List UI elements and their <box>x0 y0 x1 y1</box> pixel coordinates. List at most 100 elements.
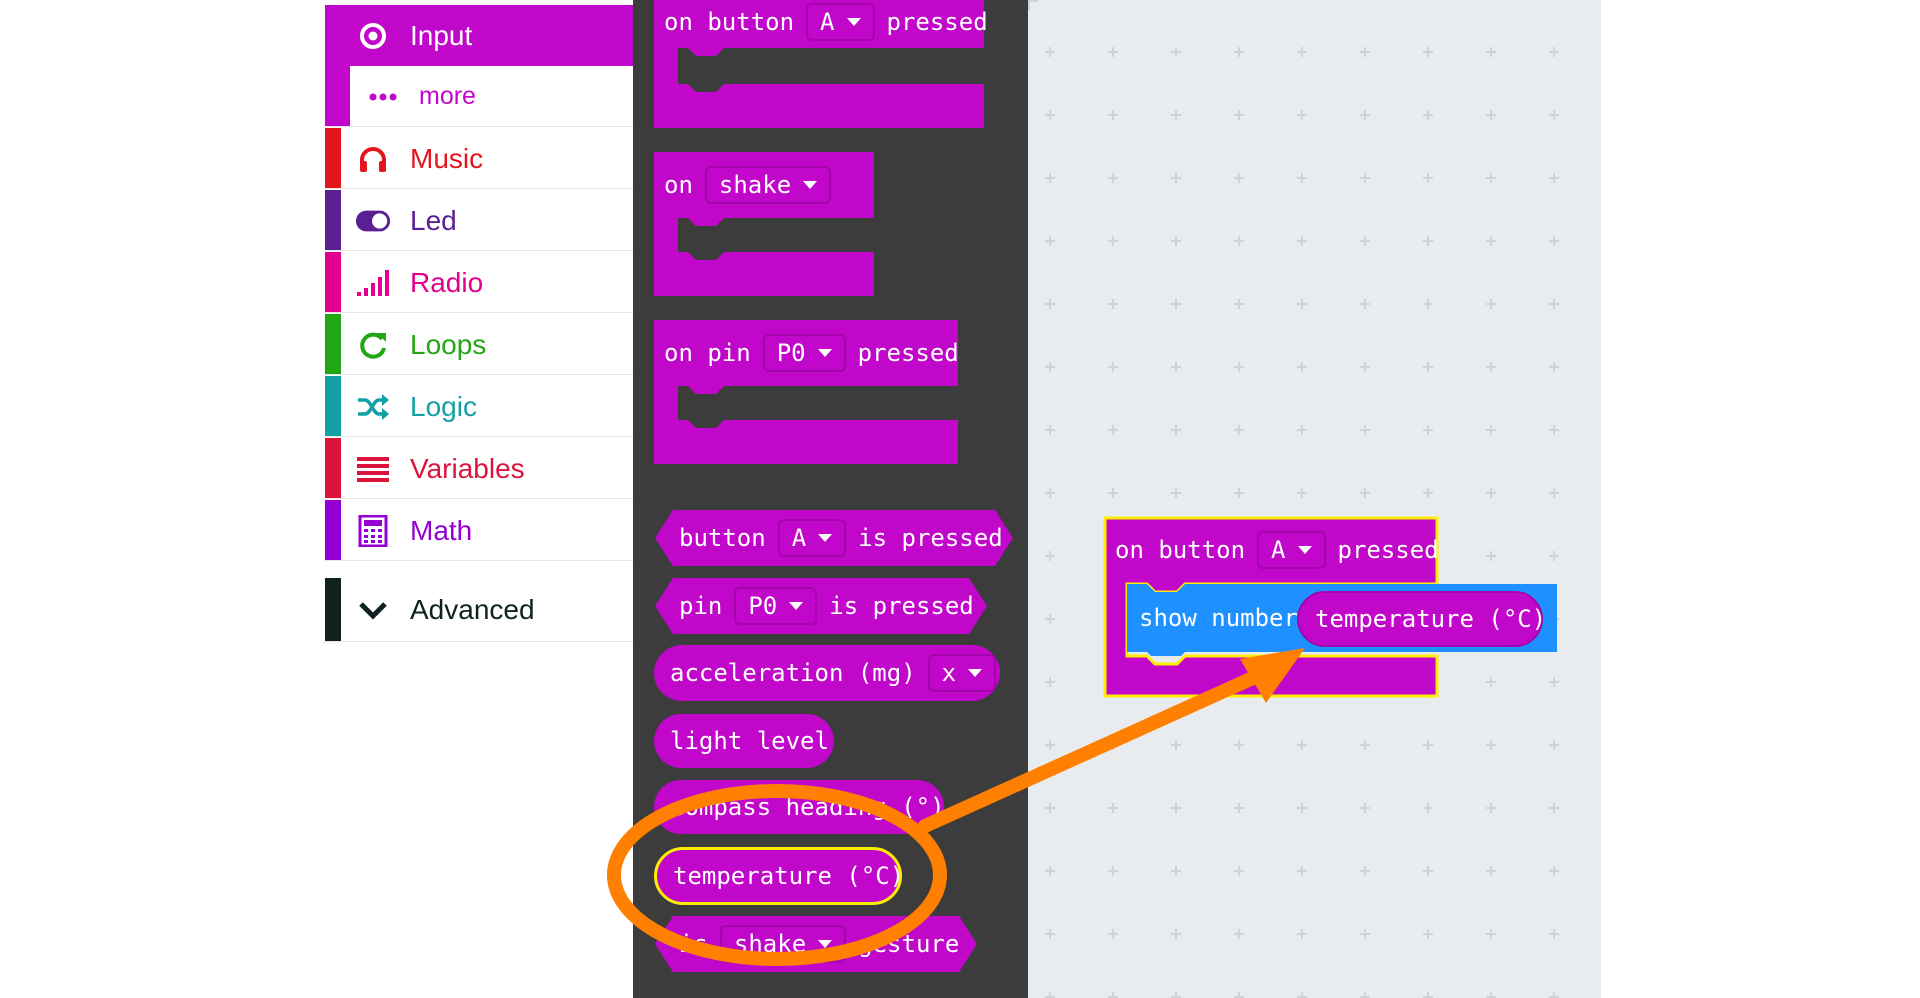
grid-marker <box>1360 110 1370 120</box>
category-advanced[interactable]: Advanced <box>325 578 633 642</box>
category-loops[interactable]: Loops <box>325 314 633 375</box>
block-text: pin <box>679 592 723 620</box>
grid-marker <box>1045 47 1055 57</box>
grid-marker <box>1549 992 1559 998</box>
block-text: pressed <box>857 339 959 367</box>
acceleration-block[interactable]: acceleration (mg) x <box>654 645 1000 701</box>
grid-marker <box>1486 551 1496 561</box>
button-dropdown[interactable]: A <box>777 519 847 557</box>
show-number-block[interactable]: show number temperature (°C) <box>1127 584 1557 656</box>
block-text: is pressed <box>858 524 1003 552</box>
category-input[interactable]: Input <box>325 5 633 66</box>
button-is-pressed-block[interactable]: button A is pressed <box>655 510 1013 566</box>
category-color-bar <box>325 376 341 436</box>
button-dropdown[interactable]: A <box>1257 531 1326 569</box>
grid-marker <box>1234 110 1244 120</box>
grid-marker <box>1045 803 1055 813</box>
grid-marker <box>1171 929 1181 939</box>
grid-marker <box>1360 47 1370 57</box>
grid-marker <box>1486 677 1496 687</box>
on-button-pressed-block[interactable]: on button A pressed <box>654 0 988 130</box>
grid-marker <box>1423 47 1433 57</box>
dropdown-arrow-icon <box>817 349 832 357</box>
grid-marker <box>1234 173 1244 183</box>
grid-marker <box>1423 929 1433 939</box>
target-icon <box>355 19 391 53</box>
grid-marker <box>1486 866 1496 876</box>
grid-marker <box>1045 992 1055 998</box>
grid-marker <box>1171 488 1181 498</box>
dropdown-arrow-icon <box>818 940 833 948</box>
category-label: Advanced <box>410 594 535 625</box>
grid-marker <box>1549 425 1559 435</box>
dropdown-arrow-icon <box>846 18 861 26</box>
category-color-bar <box>325 66 350 126</box>
grid-marker <box>1360 929 1370 939</box>
grid-marker <box>1423 992 1433 998</box>
block-text: on button <box>664 8 795 36</box>
pin-dropdown[interactable]: P0 <box>762 334 846 372</box>
category-radio[interactable]: Radio <box>325 252 633 313</box>
category-variables[interactable]: Variables <box>325 438 633 499</box>
grid-marker <box>1423 866 1433 876</box>
grid-marker <box>1360 803 1370 813</box>
grid-marker <box>1171 236 1181 246</box>
grid-marker <box>1423 299 1433 309</box>
grid-marker <box>1549 173 1559 183</box>
grid-marker <box>1360 866 1370 876</box>
grid-marker <box>1486 47 1496 57</box>
code-workspace[interactable] <box>1028 0 1601 998</box>
category-label: Loops <box>410 329 487 360</box>
grid-marker <box>1549 362 1559 372</box>
grid-marker <box>1045 929 1055 939</box>
grid-marker <box>1234 299 1244 309</box>
grid-marker <box>1549 47 1559 57</box>
grid-marker <box>1045 551 1055 561</box>
grid-marker <box>1423 488 1433 498</box>
toggle-icon <box>355 204 391 238</box>
category-logic[interactable]: Logic <box>325 376 633 437</box>
block-text: acceleration (mg) <box>670 659 916 687</box>
on-shake-block[interactable]: on shake <box>654 152 874 296</box>
grid-marker <box>1360 992 1370 998</box>
gesture-dropdown[interactable]: shake <box>704 166 832 204</box>
pin-is-pressed-block[interactable]: pin P0 is pressed <box>655 578 987 634</box>
grid-marker <box>1486 236 1496 246</box>
category-input-more[interactable]: more <box>325 66 633 127</box>
axis-dropdown[interactable]: x <box>927 654 997 692</box>
grid-marker <box>1549 299 1559 309</box>
button-dropdown[interactable]: A <box>806 3 875 41</box>
category-label: Led <box>410 205 457 236</box>
gesture-dropdown[interactable]: shake <box>719 925 847 963</box>
temperature-block[interactable]: temperature (°C) <box>654 847 904 905</box>
category-color-bar <box>325 5 341 66</box>
category-color-bar <box>325 190 341 250</box>
grid-marker <box>1360 362 1370 372</box>
category-music[interactable]: Music <box>325 128 633 189</box>
grid-marker <box>1297 362 1307 372</box>
grid-marker <box>1423 740 1433 750</box>
compass-heading-block[interactable]: compass heading (°) <box>654 780 945 834</box>
category-math[interactable]: Math <box>325 500 633 561</box>
block-text: is <box>679 930 708 958</box>
grid-marker <box>1549 803 1559 813</box>
grid-marker <box>1171 173 1181 183</box>
light-level-block[interactable]: light level <box>654 714 834 768</box>
grid-marker <box>1045 299 1055 309</box>
grid-marker <box>1234 236 1244 246</box>
grid-marker <box>1486 173 1496 183</box>
grid-marker <box>1108 992 1118 998</box>
calculator-icon <box>355 514 391 548</box>
block-text: compass heading (°) <box>670 793 945 821</box>
grid-marker <box>1486 488 1496 498</box>
grid-marker <box>1234 866 1244 876</box>
grid-marker <box>1171 992 1181 998</box>
shuffle-icon <box>355 390 391 424</box>
workspace-temperature-block[interactable]: temperature (°C) <box>1297 591 1546 647</box>
block-text: light level <box>670 727 829 755</box>
grid-marker <box>1045 488 1055 498</box>
is-gesture-block[interactable]: is shake gesture <box>655 916 977 972</box>
category-led[interactable]: Led <box>325 190 633 251</box>
pin-dropdown[interactable]: P0 <box>734 587 818 625</box>
on-pin-pressed-block[interactable]: on pin P0 pressed <box>654 320 959 464</box>
